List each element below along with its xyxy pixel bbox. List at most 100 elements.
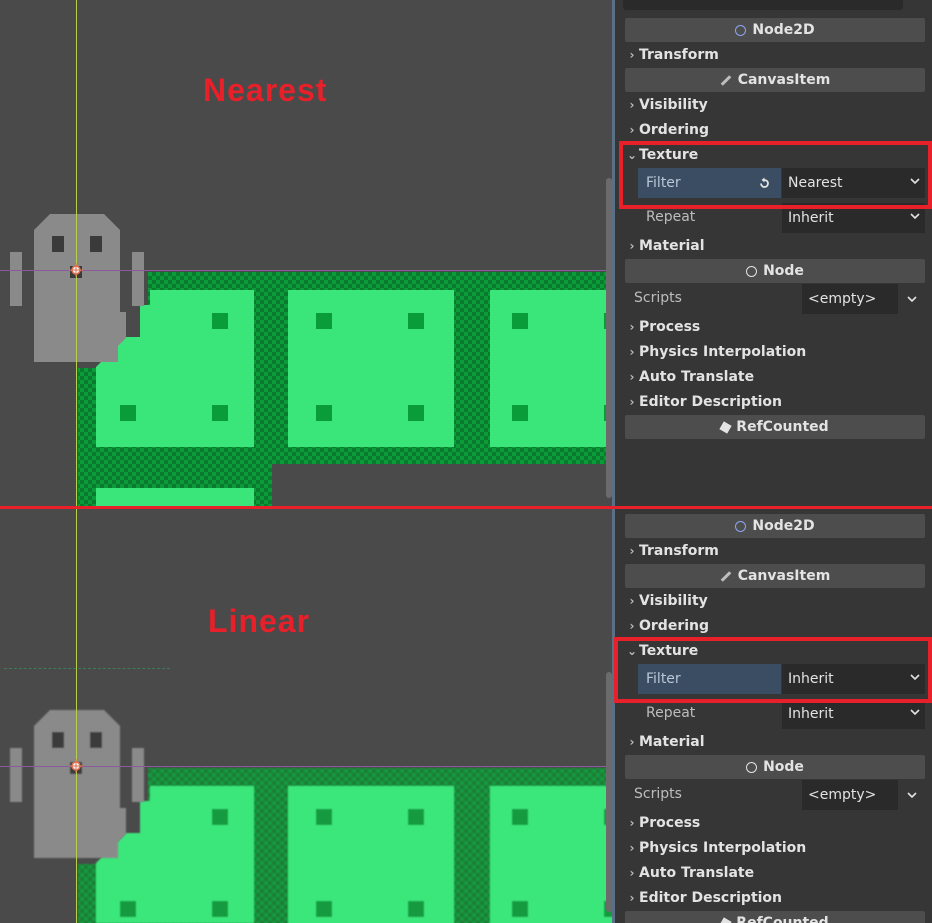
- y-axis-guide: [76, 509, 77, 923]
- scripts-field[interactable]: <empty>: [802, 284, 898, 314]
- class-header-label: CanvasItem: [737, 72, 831, 88]
- chevron-right-icon: ›: [629, 544, 635, 558]
- tile-row: [78, 272, 612, 509]
- class-header-label: Node2D: [752, 518, 815, 534]
- linear-panel: Linear Node2D › Transform CanvasItem › Vis…: [0, 509, 932, 923]
- class-header-refcounted: RefCounted: [625, 415, 925, 439]
- section-label: Process: [639, 815, 701, 831]
- repeat-dropdown[interactable]: Inherit: [782, 699, 925, 729]
- section-process[interactable]: › Process: [625, 811, 701, 835]
- chevron-right-icon: ›: [629, 98, 635, 112]
- scripts-value: <empty>: [808, 291, 877, 307]
- cube-icon: [719, 420, 732, 434]
- section-visibility[interactable]: › Visibility: [625, 589, 708, 613]
- node-icon: [746, 265, 758, 277]
- section-auto-translate[interactable]: › Auto Translate: [625, 365, 755, 389]
- chevron-right-icon: ›: [629, 239, 635, 253]
- repeat-value: Inherit: [788, 706, 834, 722]
- y-axis-guide: [76, 0, 77, 509]
- chevron-right-icon: ›: [629, 123, 635, 137]
- filter-highlight-box: [619, 141, 932, 209]
- canvas-viewport[interactable]: Nearest: [0, 0, 612, 509]
- chevron-right-icon: ›: [629, 816, 635, 830]
- section-transform[interactable]: › Transform: [625, 43, 719, 67]
- canvas-viewport[interactable]: Linear: [0, 509, 612, 923]
- chevron-right-icon: ›: [629, 370, 635, 384]
- section-transform[interactable]: › Transform: [625, 539, 719, 563]
- tile-row: [78, 768, 612, 923]
- class-header-label: RefCounted: [736, 419, 829, 435]
- nearest-label: Nearest: [203, 72, 328, 108]
- node2d-icon: [735, 24, 747, 36]
- chevron-right-icon: ›: [629, 619, 635, 633]
- section-auto-translate[interactable]: › Auto Translate: [625, 861, 755, 885]
- section-ordering[interactable]: › Ordering: [625, 614, 710, 638]
- section-material[interactable]: › Material: [625, 730, 705, 754]
- chevron-right-icon: ›: [629, 735, 635, 749]
- chevron-down-icon[interactable]: [906, 293, 918, 305]
- repeat-label: Repeat: [646, 209, 696, 225]
- inspector-search-field[interactable]: [623, 0, 903, 10]
- section-label: Transform: [639, 47, 719, 63]
- section-ordering[interactable]: › Ordering: [625, 118, 710, 142]
- class-header-refcounted: RefCounted: [625, 911, 925, 923]
- class-header-canvasitem: CanvasItem: [625, 68, 925, 92]
- class-header-node: Node: [625, 755, 925, 779]
- chevron-right-icon: ›: [629, 345, 635, 359]
- node-icon: [746, 761, 758, 773]
- repeat-value: Inherit: [788, 210, 834, 226]
- section-label: Editor Description: [639, 394, 783, 410]
- scripts-value: <empty>: [808, 787, 877, 803]
- class-header-node: Node: [625, 259, 925, 283]
- origin-pivot-icon[interactable]: [69, 263, 83, 277]
- chevron-down-icon: [910, 213, 920, 220]
- pencil-icon: [720, 74, 732, 86]
- class-header-label: Node2D: [752, 22, 815, 38]
- x-axis-guide: [0, 766, 612, 767]
- chevron-right-icon: ›: [629, 866, 635, 880]
- filter-highlight-box: [614, 637, 932, 703]
- section-material[interactable]: › Material: [625, 234, 705, 258]
- chevron-down-icon: [910, 709, 920, 716]
- camera-limit-guide: [4, 668, 170, 669]
- inspector-panel: Node2D › Transform CanvasItem › Visibility…: [615, 0, 932, 509]
- section-label: Visibility: [639, 97, 708, 113]
- section-physics-interpolation[interactable]: › Physics Interpolation: [625, 340, 807, 364]
- node2d-icon: [735, 520, 747, 532]
- class-header-label: Node: [763, 263, 804, 279]
- section-label: Editor Description: [639, 890, 783, 906]
- section-label: Material: [639, 734, 705, 750]
- ghost-sprite[interactable]: [10, 710, 144, 858]
- chevron-down-icon[interactable]: [906, 789, 918, 801]
- chevron-right-icon: ›: [629, 841, 635, 855]
- scripts-label: Scripts: [634, 786, 682, 802]
- class-header-label: RefCounted: [736, 915, 829, 923]
- x-axis-guide: [0, 270, 612, 271]
- chevron-right-icon: ›: [629, 594, 635, 608]
- repeat-label: Repeat: [646, 705, 696, 721]
- section-editor-description[interactable]: › Editor Description: [625, 886, 783, 910]
- chevron-right-icon: ›: [629, 48, 635, 62]
- section-editor-description[interactable]: › Editor Description: [625, 390, 783, 414]
- section-label: Visibility: [639, 593, 708, 609]
- section-label: Physics Interpolation: [639, 840, 807, 856]
- scripts-label: Scripts: [634, 290, 682, 306]
- pencil-icon: [720, 570, 732, 582]
- section-label: Material: [639, 238, 705, 254]
- origin-pivot-icon[interactable]: [69, 759, 83, 773]
- section-label: Ordering: [639, 618, 710, 634]
- class-header-node2d: Node2D: [625, 18, 925, 42]
- nearest-panel: Nearest Node2D › Transform CanvasItem › Vi…: [0, 0, 932, 509]
- ghost-sprite[interactable]: [10, 214, 144, 362]
- class-header-label: CanvasItem: [737, 568, 831, 584]
- section-label: Process: [639, 319, 701, 335]
- linear-label: Linear: [208, 603, 311, 639]
- section-physics-interpolation[interactable]: › Physics Interpolation: [625, 836, 807, 860]
- chevron-right-icon: ›: [629, 891, 635, 905]
- section-label: Transform: [639, 543, 719, 559]
- scripts-field[interactable]: <empty>: [802, 780, 898, 810]
- section-visibility[interactable]: › Visibility: [625, 93, 708, 117]
- section-process[interactable]: › Process: [625, 315, 701, 339]
- scene-drawing: [10, 710, 612, 923]
- section-label: Ordering: [639, 122, 710, 138]
